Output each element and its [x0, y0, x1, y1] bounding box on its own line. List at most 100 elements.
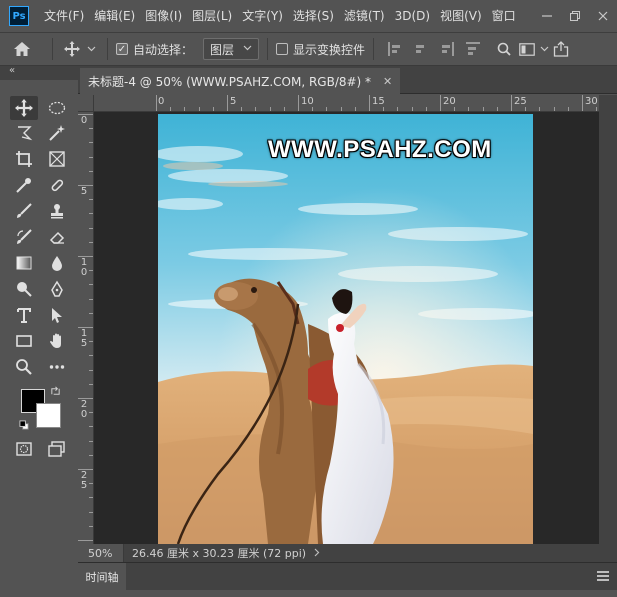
lasso-icon[interactable] — [10, 121, 38, 145]
close-icon[interactable]: ✕ — [383, 75, 392, 88]
hand-icon[interactable] — [43, 329, 71, 353]
menu-layer[interactable]: 图层(L) — [187, 0, 237, 32]
close-icon[interactable] — [589, 0, 617, 32]
tools-panel-header[interactable]: « — [0, 65, 78, 80]
align-center-icon[interactable] — [414, 42, 428, 56]
menu-bar: Ps 文件(F) 编辑(E) 图像(I) 图层(L) 文字(Y) 选择(S) 滤… — [0, 0, 617, 32]
ruler-tick — [454, 107, 456, 111]
ruler-tick — [89, 170, 93, 172]
auto-select-checkbox[interactable]: ✓ — [116, 43, 128, 55]
pen-icon[interactable] — [43, 277, 71, 301]
healing-brush-icon[interactable] — [43, 173, 71, 197]
share-icon[interactable] — [550, 32, 572, 66]
restore-icon[interactable] — [561, 0, 589, 32]
magic-wand-icon[interactable] — [43, 121, 71, 145]
crop-icon[interactable] — [10, 147, 38, 171]
search-icon[interactable] — [492, 32, 516, 66]
document-image[interactable]: WWW.PSAHZ.COM — [158, 114, 533, 544]
align-left-icon[interactable] — [388, 42, 402, 56]
collapse-panel-icon[interactable]: « — [9, 65, 15, 76]
menu-image[interactable]: 图像(I) — [140, 0, 187, 32]
auto-select-target-select[interactable]: 图层 — [203, 38, 260, 60]
rectangle-icon[interactable] — [10, 329, 38, 353]
history-brush-icon[interactable] — [10, 225, 38, 249]
frame-icon[interactable] — [43, 147, 71, 171]
move-tool-icon[interactable] — [10, 96, 38, 120]
ruler-label: 20 — [443, 96, 456, 107]
dodge-icon[interactable] — [10, 277, 38, 301]
tab-timeline[interactable]: 时间轴 — [78, 563, 126, 591]
ruler-tick — [312, 107, 314, 111]
ruler-tick — [511, 95, 512, 111]
blur-icon[interactable] — [43, 251, 71, 275]
window-controls — [533, 0, 617, 32]
menu-3d[interactable]: 3D(D) — [390, 0, 435, 32]
options-separator — [52, 38, 53, 60]
more-tools-icon[interactable] — [43, 355, 71, 379]
ruler-tick — [198, 107, 200, 111]
ruler-label: 10 — [301, 96, 314, 107]
ruler-tick — [440, 95, 441, 111]
canvas-pasteboard[interactable]: WWW.PSAHZ.COM — [94, 112, 599, 544]
ruler-label: 5 — [230, 96, 237, 107]
photoshop-logo[interactable]: Ps — [9, 6, 29, 26]
ruler-tick — [89, 440, 93, 442]
zoom-icon[interactable] — [10, 355, 38, 379]
move-tool-icon[interactable] — [61, 32, 83, 66]
tools-panel — [0, 80, 78, 597]
panel-menu-icon[interactable] — [597, 571, 609, 581]
ruler-tick — [269, 107, 271, 111]
ruler-label: 0 — [80, 115, 88, 126]
workspace-icon[interactable] — [516, 32, 538, 66]
menu-window[interactable]: 窗口 — [487, 0, 521, 32]
menu-type[interactable]: 文字(Y) — [237, 0, 288, 32]
menu-filter[interactable]: 滤镜(T) — [339, 0, 390, 32]
ruler-label: 1 0 — [80, 257, 88, 278]
quick-mask-icon[interactable] — [10, 437, 38, 461]
background-color-swatch[interactable] — [36, 403, 61, 428]
show-transform-checkbox[interactable] — [276, 43, 289, 55]
horizontal-ruler[interactable]: 0 5 10 15 20 25 30 — [94, 95, 599, 112]
chevron-right-icon[interactable] — [314, 547, 320, 560]
document-tab[interactable]: 未标题-4 @ 50% (WWW.PSAHZ.COM, RGB/8#) * ✕ — [80, 68, 401, 94]
timeline-panel-body — [78, 590, 617, 597]
type-icon[interactable] — [10, 303, 38, 327]
align-right-icon[interactable] — [440, 42, 455, 56]
clone-stamp-icon[interactable] — [43, 199, 71, 223]
distribute-icon[interactable] — [466, 42, 481, 56]
chevron-down-icon — [243, 44, 252, 54]
ruler-tick — [89, 511, 93, 513]
ruler-tick — [354, 107, 356, 111]
ruler-tick — [78, 469, 93, 470]
default-colors-icon[interactable] — [17, 418, 31, 432]
gradient-icon[interactable] — [10, 251, 38, 275]
menu-edit[interactable]: 编辑(E) — [89, 0, 140, 32]
menu-select[interactable]: 选择(S) — [288, 0, 339, 32]
options-separator — [373, 38, 375, 60]
ruler-tick — [89, 213, 93, 215]
eraser-icon[interactable] — [43, 225, 71, 249]
screen-mode-icon[interactable] — [43, 437, 71, 461]
vertical-ruler[interactable]: 0 5 1 0 1 5 2 0 2 5 — [78, 112, 94, 544]
ruler-tick — [525, 107, 527, 111]
menu-file[interactable]: 文件(F) — [39, 0, 89, 32]
vertical-scrollbar[interactable] — [599, 95, 617, 544]
ruler-tick — [89, 199, 93, 201]
eyedropper-icon[interactable] — [10, 173, 38, 197]
zoom-level[interactable]: 50% — [78, 544, 124, 562]
minimize-icon[interactable] — [533, 0, 561, 32]
elliptical-marquee-icon[interactable] — [43, 96, 71, 120]
ruler-tick — [89, 241, 93, 243]
ruler-origin[interactable] — [78, 95, 94, 112]
home-icon[interactable] — [0, 32, 44, 66]
ruler-tick — [89, 270, 93, 272]
menu-view[interactable]: 视图(V) — [435, 0, 487, 32]
workspace-chevron-down-icon[interactable] — [538, 32, 550, 66]
swap-colors-icon[interactable] — [48, 384, 62, 398]
tool-preset-chevron-down-icon[interactable] — [83, 32, 99, 66]
ruler-tick — [78, 114, 93, 115]
ruler-tick — [496, 107, 498, 111]
path-selection-icon[interactable] — [43, 303, 71, 327]
brush-icon[interactable] — [10, 199, 38, 223]
ruler-label: 25 — [514, 96, 527, 107]
